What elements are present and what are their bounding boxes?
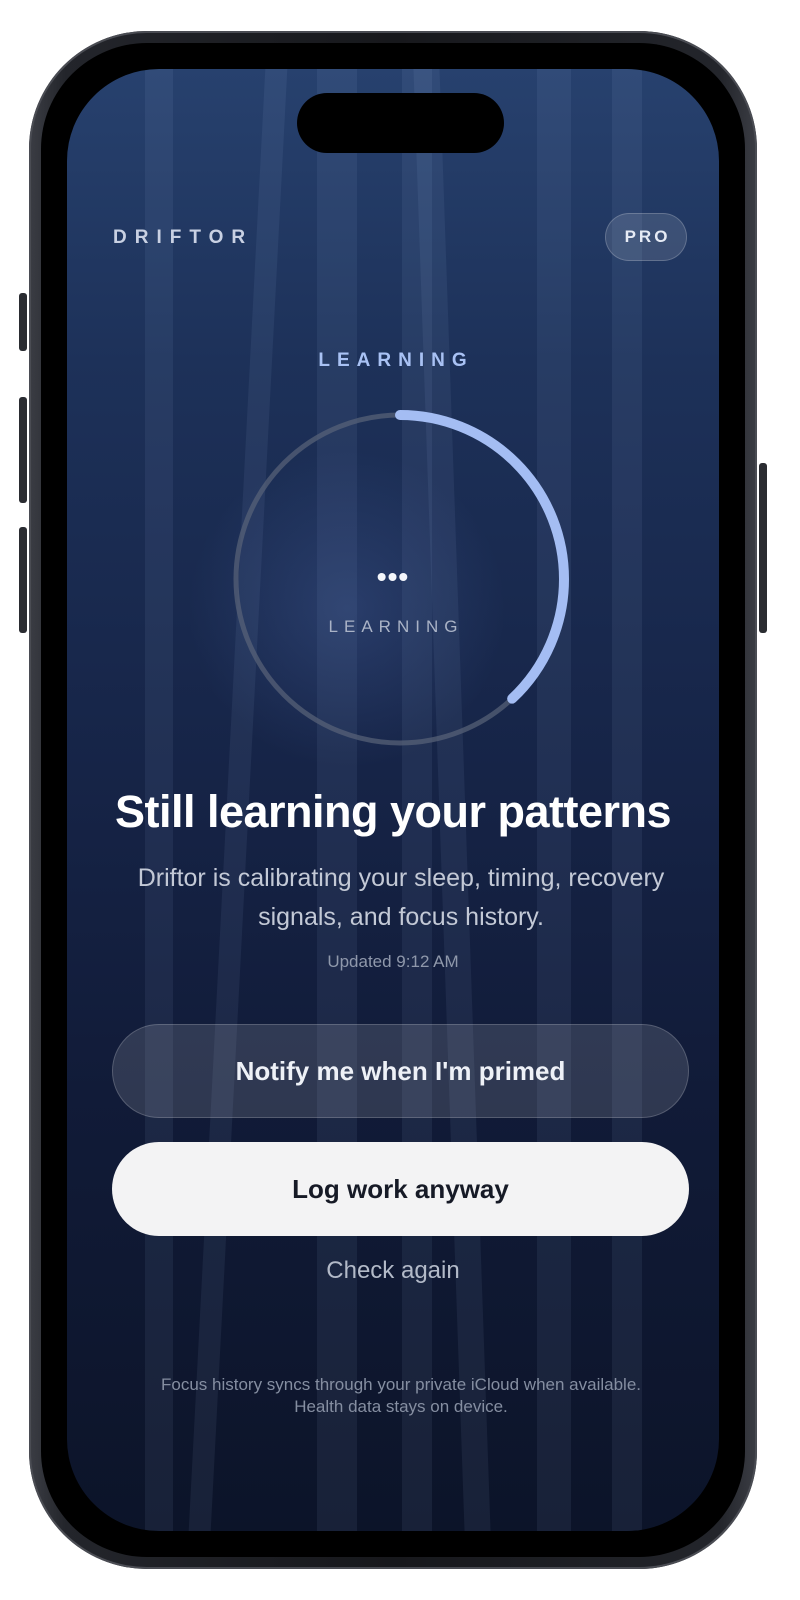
privacy-footnote: Focus history syncs through your private… — [160, 1375, 642, 1416]
page-title: Still learning your patterns — [114, 786, 672, 837]
page-subtitle: Driftor is calibrating your sleep, timin… — [137, 864, 665, 931]
bezel: DRIFTOR PRO LEARNING ••• LEARNING Still … — [41, 43, 745, 1557]
volume-up-button — [19, 397, 27, 503]
status-eyebrow: LEARNING — [318, 350, 474, 371]
pro-badge-button[interactable]: PRO — [605, 213, 687, 261]
volume-down-button — [19, 527, 27, 633]
dynamic-island — [297, 93, 504, 153]
ring-status-label: LEARNING — [328, 617, 464, 636]
app-logo: DRIFTOR — [113, 227, 254, 248]
action-button — [19, 293, 27, 351]
notify-me-button[interactable]: Notify me when I'm primed — [112, 1024, 689, 1118]
power-button — [759, 463, 767, 633]
updated-timestamp: Updated 9:12 AM — [327, 952, 459, 971]
check-again-link[interactable]: Check again — [67, 1257, 719, 1285]
ellipsis-icon: ••• — [376, 561, 410, 592]
app-screen: DRIFTOR PRO LEARNING ••• LEARNING Still … — [67, 69, 719, 1531]
phone-frame: DRIFTOR PRO LEARNING ••• LEARNING Still … — [19, 31, 767, 1569]
log-work-button[interactable]: Log work anyway — [112, 1142, 689, 1236]
